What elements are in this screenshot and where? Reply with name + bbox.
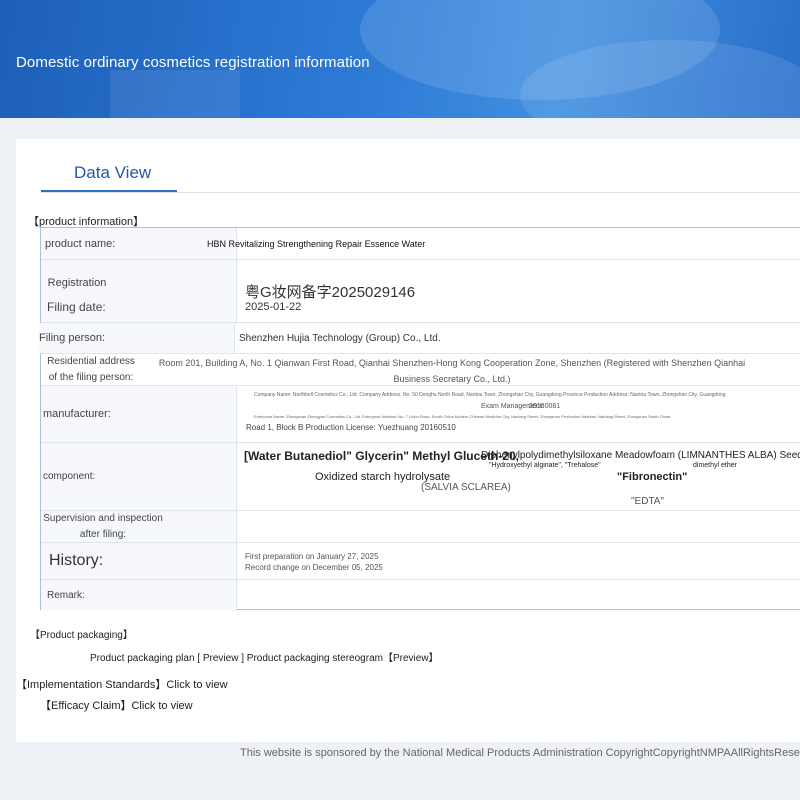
table-row: Filing person: Shenzhen Hujia Technology… <box>39 323 800 354</box>
field-label: manufacturer: <box>43 408 111 420</box>
component-text: Diphenylpolydimethylsiloxane Meadowfoam … <box>481 450 800 461</box>
packaging-plan-preview-link[interactable]: [ Preview ] <box>197 653 244 664</box>
table-row: component: [Water Butanediol" Glycerin" … <box>41 443 800 511</box>
field-label: Filing date: <box>47 299 106 314</box>
component-text: "Hydroxyethyl alginate", "Trehalose" <box>489 462 601 469</box>
banner-decoration <box>110 70 240 118</box>
page-title: Domestic ordinary cosmetics registration… <box>16 54 370 71</box>
table-row: History: First preparation on January 27… <box>41 543 800 580</box>
efficacy-row: 【Efficacy Claim】Click to view <box>40 697 193 713</box>
field-label: Remark: <box>47 590 85 601</box>
residential-address-value: Room 201, Building A, No. 1 Qianwan Firs… <box>158 358 746 384</box>
manufacturer-line: Road 1, Block B Production License: Yuez… <box>246 423 456 432</box>
packaging-stereogram-preview-link[interactable]: 【Preview】 <box>383 653 439 664</box>
product-name-value: HBN Revitalizing Strengthening Repair Es… <box>207 238 426 249</box>
filing-person-value: Shenzhen Hujia Technology (Group) Co., L… <box>239 332 441 344</box>
table-row: Remark: <box>41 580 800 611</box>
standards-view-link[interactable]: Click to view <box>166 679 227 691</box>
supervision-value <box>245 511 800 542</box>
packaging-plan-label: Product packaging plan <box>90 653 195 664</box>
table-row: Filing date: 2025-01-22 <box>41 291 800 323</box>
table-row: Residential address of the filing person… <box>41 354 800 386</box>
packaging-links: Product packaging plan [ Preview ] Produ… <box>90 649 439 664</box>
tab-data-view[interactable]: Data View <box>74 163 151 183</box>
remark-value <box>245 580 800 611</box>
field-label: product name: <box>45 237 116 250</box>
field-label: Supervision and inspection after filing: <box>43 512 163 540</box>
component-text: dimethyl ether <box>693 462 737 469</box>
standards-heading: 【Implementation Standards】 <box>16 679 167 691</box>
header-banner: Domestic ordinary cosmetics registration… <box>0 0 800 118</box>
table-row: Supervision and inspection after filing: <box>41 511 800 543</box>
history-entry: First preparation on January 27, 2025 <box>245 552 379 561</box>
packaging-stereogram-label: Product packaging stereogram <box>246 653 383 664</box>
table-row: product name: HBN Revitalizing Strengthe… <box>41 228 800 260</box>
component-text: [Water Butanediol" Glycerin" Methyl Gluc… <box>244 449 519 463</box>
field-label: Residential address of the filing person… <box>47 355 135 383</box>
tab-divider <box>41 192 800 193</box>
table-row: manufacturer: Company Name: Northbell Co… <box>41 386 800 443</box>
manufacturer-line: 20180081 <box>529 403 561 410</box>
standards-row: 【Implementation Standards】Click to view <box>16 676 228 692</box>
content-card: Data View 【product information】 product … <box>16 139 800 742</box>
product-info-table: product name: HBN Revitalizing Strengthe… <box>39 227 800 611</box>
efficacy-view-link[interactable]: Click to view <box>131 700 192 712</box>
component-text: "Fibronectin" <box>617 471 688 483</box>
manufacturer-line: Enterprise Name: Zhongshan Zhongyan Cosm… <box>254 414 671 419</box>
footer-text: This website is sponsored by the Nationa… <box>240 747 800 759</box>
field-label: Filing person: <box>39 332 106 344</box>
filing-date-value: 2025-01-22 <box>245 300 302 313</box>
history-entry: Record change on December 05, 2025 <box>245 563 383 572</box>
component-text: (SALVIA SCLAREA) <box>421 482 511 493</box>
efficacy-heading: 【Efficacy Claim】 <box>40 700 132 712</box>
packaging-heading: 【Product packaging】 <box>30 630 133 641</box>
field-label: History: <box>49 552 104 569</box>
field-label: component: <box>43 471 96 482</box>
component-text: "EDTA" <box>631 496 665 507</box>
manufacturer-line: Company Name: Northbell Cosmetics Co., L… <box>254 392 726 398</box>
